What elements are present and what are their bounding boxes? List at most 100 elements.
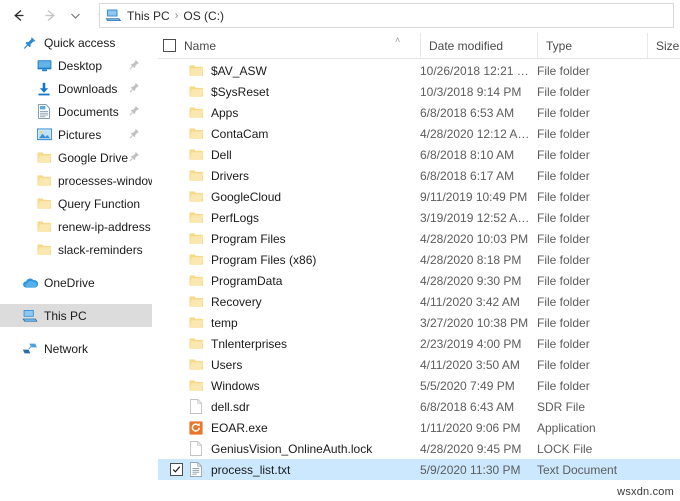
sidebar-item-renew-ip-address[interactable]: renew-ip-address xyxy=(0,215,152,238)
table-row[interactable]: Program Files (x86) 4/28/2020 8:18 PM File… xyxy=(158,249,680,270)
column-header-date-modified[interactable]: Date modified xyxy=(420,33,537,58)
table-row[interactable]: $SysReset 10/3/2018 9:14 PM File folder xyxy=(158,81,680,102)
pin-icon[interactable] xyxy=(129,151,140,165)
folder-icon xyxy=(188,147,204,163)
arrow-left-icon xyxy=(13,10,23,21)
address-bar[interactable]: This PC › OS (C:) xyxy=(99,3,674,28)
file-list[interactable]: $AV_ASW 10/26/2018 12:21 … File folder $Sys… xyxy=(158,60,680,501)
back-button[interactable] xyxy=(6,3,32,29)
recent-locations-button[interactable] xyxy=(62,3,88,29)
sidebar-item-slack-reminders[interactable]: slack-reminders xyxy=(0,238,152,261)
sidebar-item-onedrive[interactable]: OneDrive xyxy=(0,271,152,294)
pin-icon[interactable] xyxy=(129,82,140,96)
cell-name[interactable]: GoogleCloud xyxy=(158,189,420,205)
cell-type: LOCK File xyxy=(537,441,593,456)
cell-name[interactable]: $AV_ASW xyxy=(158,63,420,79)
desktop-icon xyxy=(36,58,52,74)
sidebar-item-query-function[interactable]: Query Function xyxy=(0,192,152,215)
cell-name[interactable]: PerfLogs xyxy=(158,210,420,226)
breadcrumb-item-os-c[interactable]: OS (C:) xyxy=(180,9,227,23)
cell-name[interactable]: Dell xyxy=(158,147,420,163)
folder-icon xyxy=(188,315,204,331)
forward-button[interactable] xyxy=(36,3,62,29)
cell-name[interactable]: ProgramData xyxy=(158,273,420,289)
column-header-type[interactable]: Type xyxy=(537,33,647,58)
this-pc-icon xyxy=(105,8,122,23)
table-row[interactable]: dell.sdr 6/8/2018 6:43 AM SDR File xyxy=(158,396,680,417)
table-row[interactable]: Windows 5/5/2020 7:49 PM File folder xyxy=(158,375,680,396)
breadcrumb-item-this-pc[interactable]: This PC xyxy=(124,9,173,23)
table-row[interactable]: PerfLogs 3/19/2019 12:52 A… File folder xyxy=(158,207,680,228)
table-row[interactable]: temp 3/27/2020 10:38 PM File folder xyxy=(158,312,680,333)
table-row[interactable]: Drivers 6/8/2018 6:17 AM File folder xyxy=(158,165,680,186)
cell-name[interactable]: ContaCam xyxy=(158,126,420,142)
folder-icon xyxy=(188,168,204,184)
sidebar-item-desktop[interactable]: Desktop xyxy=(0,54,152,77)
navigation-pane[interactable]: Quick access Desktop Downloads Documents Pic… xyxy=(0,31,152,501)
pin-icon[interactable] xyxy=(129,105,140,119)
pin-icon[interactable] xyxy=(129,128,140,142)
table-row[interactable]: Recovery 4/11/2020 3:42 AM File folder xyxy=(158,291,680,312)
pin-icon[interactable] xyxy=(129,59,140,73)
table-row[interactable]: Tnlenterprises 2/23/2019 4:00 PM File fold… xyxy=(158,333,680,354)
sidebar-item-pictures[interactable]: Pictures xyxy=(0,123,152,146)
cell-name[interactable]: Windows xyxy=(158,378,420,394)
file-name-label: temp xyxy=(211,315,238,330)
cell-name[interactable]: Tnlenterprises xyxy=(158,336,420,352)
cell-name[interactable]: process_list.txt xyxy=(158,462,420,478)
onedrive-icon xyxy=(22,275,38,291)
sidebar-item-downloads[interactable]: Downloads xyxy=(0,77,152,100)
table-row[interactable]: GoogleCloud 9/11/2019 10:49 PM File folder xyxy=(158,186,680,207)
breadcrumb-separator[interactable]: › xyxy=(173,10,181,22)
cell-date-modified: 6/8/2018 8:10 AM xyxy=(420,147,515,162)
table-row[interactable]: Program Files 4/28/2020 10:03 PM File fold… xyxy=(158,228,680,249)
select-all-checkbox[interactable] xyxy=(163,39,176,52)
cell-name[interactable]: Users xyxy=(158,357,420,373)
table-row[interactable]: ContaCam 4/28/2020 12:12 A… File folder xyxy=(158,123,680,144)
column-header-name[interactable]: Name xyxy=(158,33,420,58)
cell-name[interactable]: dell.sdr xyxy=(158,399,420,415)
table-row[interactable]: Dell 6/8/2018 8:10 AM File folder xyxy=(158,144,680,165)
cell-name[interactable]: Program Files xyxy=(158,231,420,247)
sidebar-item-google-drive[interactable]: Google Drive xyxy=(0,146,152,169)
cell-name[interactable]: $SysReset xyxy=(158,84,420,100)
cell-name[interactable]: Apps xyxy=(158,105,420,121)
sidebar-item-this-pc[interactable]: This PC xyxy=(0,304,152,327)
cell-name[interactable]: Program Files (x86) xyxy=(158,252,420,268)
table-row[interactable]: GeniusVision_OnlineAuth.lock 4/28/2020 9:… xyxy=(158,438,680,459)
column-header-row: Name ˄ Date modified Type Size xyxy=(158,33,680,59)
folder-icon xyxy=(188,126,204,142)
sidebar-item-processes-windows[interactable]: processes-windows xyxy=(0,169,152,192)
cell-name[interactable]: Recovery xyxy=(158,294,420,310)
folder-icon xyxy=(188,273,204,289)
table-row[interactable]: EOAR.exe 1/11/2020 9:06 PM Application xyxy=(158,417,680,438)
cell-date-modified: 2/23/2019 4:00 PM xyxy=(420,336,522,351)
file-name-label: $SysReset xyxy=(211,84,270,99)
cell-type: Text Document xyxy=(537,462,618,477)
file-name-label: Windows xyxy=(211,378,260,393)
cell-type: File folder xyxy=(537,84,590,99)
cell-type: File folder xyxy=(537,294,590,309)
cell-name[interactable]: EOAR.exe xyxy=(158,420,420,436)
sidebar-item-label: Quick access xyxy=(44,35,116,50)
folder-icon xyxy=(36,242,52,258)
table-row[interactable]: Apps 6/8/2018 6:53 AM File folder xyxy=(158,102,680,123)
table-row[interactable]: process_list.txt 5/9/2020 11:30 PM Text Do… xyxy=(158,459,680,480)
table-row[interactable]: $AV_ASW 10/26/2018 12:21 … File folder xyxy=(158,60,680,81)
sidebar-item-label: slack-reminders xyxy=(58,242,143,257)
cell-type: File folder xyxy=(537,147,590,162)
cell-name[interactable]: GeniusVision_OnlineAuth.lock xyxy=(158,441,420,457)
cell-date-modified: 4/11/2020 3:42 AM xyxy=(420,294,520,309)
cell-name[interactable]: temp xyxy=(158,315,420,331)
cell-date-modified: 6/8/2018 6:43 AM xyxy=(420,399,515,414)
cell-name[interactable]: Drivers xyxy=(158,168,420,184)
sidebar-item-network[interactable]: Network xyxy=(0,337,152,360)
column-header-name-label: Name xyxy=(184,38,217,53)
pictures-icon xyxy=(36,127,52,143)
table-row[interactable]: Users 4/11/2020 3:50 AM File folder xyxy=(158,354,680,375)
column-header-size[interactable]: Size xyxy=(647,33,680,58)
table-row[interactable]: ProgramData 4/28/2020 9:30 PM File folder xyxy=(158,270,680,291)
cell-type: SDR File xyxy=(537,399,586,414)
sidebar-item-documents[interactable]: Documents xyxy=(0,100,152,123)
sidebar-item-quick-access[interactable]: Quick access xyxy=(0,31,152,54)
